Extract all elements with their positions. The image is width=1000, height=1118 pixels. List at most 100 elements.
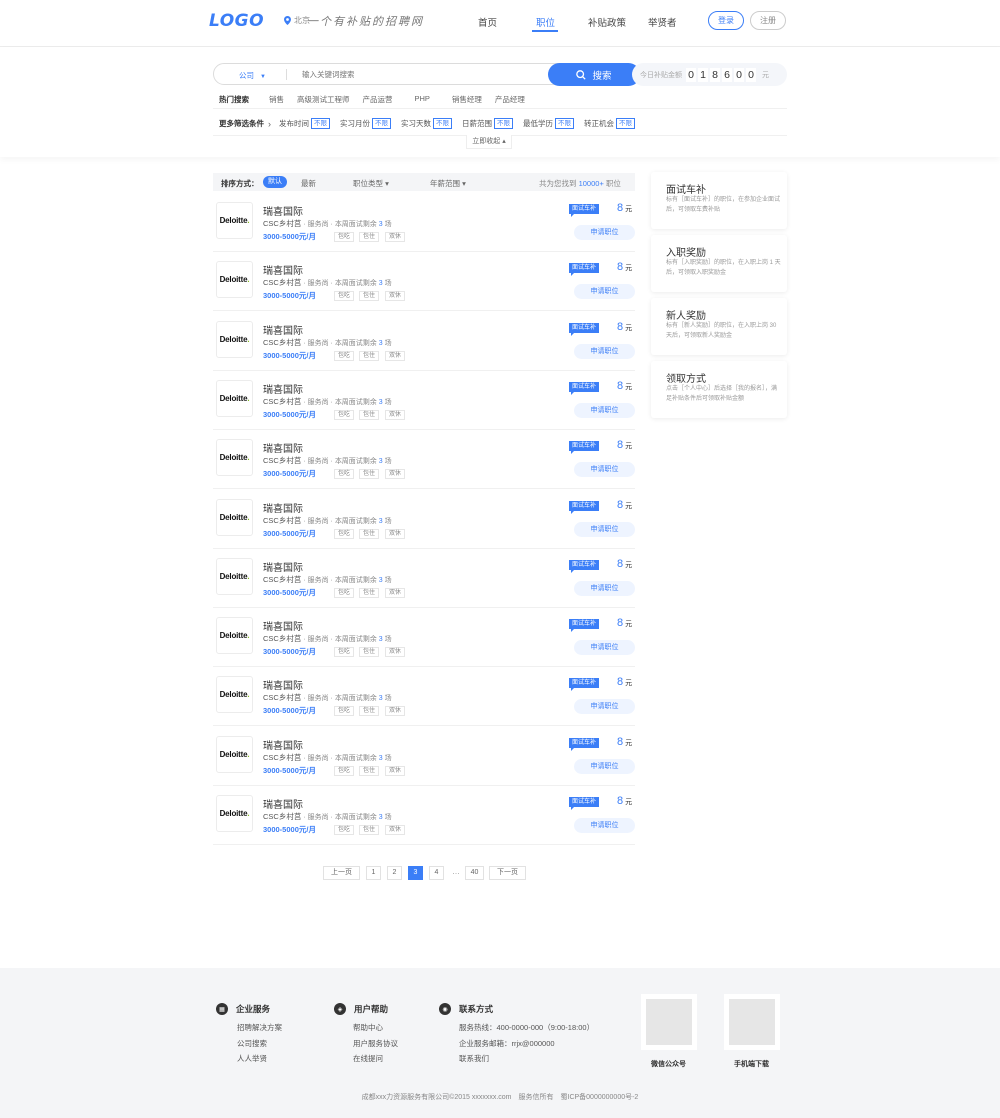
company-name[interactable]: 瑞喜国际 [263,559,303,574]
filter-value-select[interactable]: 不限 [433,118,452,129]
footer-link[interactable]: 帮助中心 [353,1022,383,1033]
search-input[interactable] [302,68,542,81]
apply-button[interactable]: 申请职位 [574,521,635,537]
subsidy-card-claim[interactable]: 领取方式 点击［个人中心］后选择［我的报名］，满足补贴条件后可领取补贴金额 [651,361,787,418]
counter-digit: 0 [746,67,756,82]
hot-keyword[interactable]: 销售 [269,94,284,105]
footer-link[interactable]: 招聘解决方案 [237,1022,282,1033]
job-meta: CSC乡村莒 · 服务尚 · 本周面试剩余 3 场 [263,396,392,406]
company-name[interactable]: 瑞喜国际 [263,618,303,633]
company-name[interactable]: 瑞喜国际 [263,381,303,396]
job-row[interactable]: Deloitte. 瑞喜国际 CSC乡村莒 · 服务尚 · 本周面试剩余 3 场 30… [213,785,635,845]
apply-button[interactable]: 申请职位 [574,225,635,240]
filter-value-select[interactable]: 不限 [555,118,574,129]
counter-digit: 0 [734,67,744,82]
register-button[interactable]: 注册 [750,11,786,30]
sort-latest-button[interactable]: 最新 [301,178,316,189]
apply-button[interactable]: 申请职位 [574,284,635,300]
hot-keyword[interactable]: 产品经理 [495,94,525,105]
job-category: 服务尚 [307,636,329,644]
apply-button[interactable]: 申请职位 [574,402,635,418]
interview-count: 3 [378,280,383,288]
job-row[interactable]: Deloitte. 瑞喜国际 CSC乡村莒 · 服务尚 · 本周面试剩余 3 场 30… [213,370,635,430]
next-page-button[interactable]: 下一页 [489,866,526,880]
filter-value-select[interactable]: 不限 [372,118,391,129]
hot-keyword[interactable]: PHP [415,94,430,105]
prev-page-button[interactable]: 上一页 [323,866,360,880]
filter-value-select[interactable]: 不限 [616,118,635,129]
salary-range-dropdown[interactable]: 年薪范围 ▾ [430,178,466,189]
pagination-ellipsis: … [452,867,460,876]
apply-button[interactable]: 申请职位 [574,640,635,656]
hot-keyword[interactable]: 高级测试工程师 [297,94,350,105]
perk-tag: 双休 [385,825,406,835]
page-button-last[interactable]: 40 [465,866,484,880]
company-name[interactable]: 瑞喜国际 [263,500,303,515]
card-title: 新人奖励 [666,311,706,322]
caret-down-icon: ▼ [260,74,266,80]
apply-button[interactable]: 申请职位 [574,818,635,833]
interview-count: 3 [378,398,383,406]
perk-tag: 包住 [359,232,380,242]
job-category: 服务尚 [307,576,329,584]
company-name[interactable]: 瑞喜国际 [263,737,303,752]
job-row[interactable]: Deloitte. 瑞喜国际 CSC乡村莒 · 服务尚 · 本周面试剩余 3 场 30… [213,607,635,668]
filter-value-select[interactable]: 不限 [311,118,330,129]
company-name[interactable]: 瑞喜国际 [263,262,303,277]
search-button[interactable]: 搜索 [548,63,640,86]
job-row[interactable]: Deloitte. 瑞喜国际 CSC乡村莒 · 服务尚 · 本周面试剩余 3 场 30… [213,666,635,727]
collapse-filters-button[interactable]: 立即收起 ▴ [466,135,512,149]
hot-keyword[interactable]: 产品运营 [363,94,393,105]
perk-tag: 双休 [385,350,406,361]
page-button[interactable]: 4 [429,866,444,880]
location-pin-icon [284,16,291,25]
login-button[interactable]: 登录 [708,11,744,30]
interview-label: 本周面试剩余 [334,576,377,584]
search-type-select[interactable]: 公司 ▼ [239,70,266,81]
subsidy-card-onboard[interactable]: 入职奖励 标有［入职奖励］的职位，在入职上岗 1 天后，可领取入职奖励金 [651,235,787,292]
page-button[interactable]: 1 [366,866,381,880]
company-name[interactable]: 瑞喜国际 [263,796,303,811]
apply-button[interactable]: 申请职位 [574,758,635,774]
subsidy-card-interview[interactable]: 面试车补 标有［面试车补］的职位，在参加企业面试后，可领取车费补贴 [651,172,787,229]
company-name[interactable]: 瑞喜国际 [263,203,303,218]
site-logo[interactable]: LOGO [209,11,264,31]
hot-keyword[interactable]: 销售经理 [452,94,482,105]
nav-jobs[interactable]: 职位 [536,15,555,29]
job-row[interactable]: Deloitte. 瑞喜国际 CSC乡村莒 · 服务尚 · 本周面试剩余 3 场 30… [213,726,635,786]
job-category: 服务尚 [307,517,329,525]
apply-button[interactable]: 申请职位 [574,699,635,715]
job-row[interactable]: Deloitte. 瑞喜国际 CSC乡村莒 · 服务尚 · 本周面试剩余 3 场 30… [213,429,635,490]
footer-link[interactable]: 公司搜索 [237,1038,267,1049]
perk-tag: 包吃 [334,587,355,598]
company-name[interactable]: 瑞喜国际 [263,440,303,455]
nav-referrer[interactable]: 举贤者 [648,15,677,29]
job-row[interactable]: Deloitte. 瑞喜国际 CSC乡村莒 · 服务尚 · 本周面试剩余 3 场 30… [213,489,635,549]
subsidy-card-newcomer[interactable]: 新人奖励 标有［新人奖励］的职位，在入职上岗 30 天后，可领取新人奖励金 [651,298,787,355]
job-row[interactable]: Deloitte. 瑞喜国际 CSC乡村莒 · 服务尚 · 本周面试剩余 3 场 30… [213,251,635,312]
job-row[interactable]: Deloitte. 瑞喜国际 CSC乡村莒 · 服务尚 · 本周面试剩余 3 场 30… [213,548,635,608]
page-button[interactable]: 2 [387,866,402,880]
footer-link[interactable]: 用户服务协议 [353,1038,398,1049]
company-name[interactable]: 瑞喜国际 [263,322,303,337]
company-name[interactable]: 瑞喜国际 [263,677,303,692]
nav-subsidy-policy[interactable]: 补贴政策 [588,15,626,29]
job-type-dropdown[interactable]: 职位类型 ▾ [353,178,389,189]
subsidy-amount: 8元 [617,379,633,392]
filter-value-select[interactable]: 不限 [494,118,513,129]
card-title: 领取方式 [666,374,706,385]
perk-tag: 双休 [385,647,406,658]
apply-button[interactable]: 申请职位 [574,462,635,478]
apply-button[interactable]: 申请职位 [574,343,635,359]
sort-default-button[interactable]: 默认 [263,176,287,188]
footer-link[interactable]: 人人举贤 [237,1053,267,1064]
footer-link[interactable]: 在线提问 [353,1053,383,1064]
page-button-current[interactable]: 3 [408,866,423,880]
interview-unit: 场 [384,576,392,584]
perk-tag: 包住 [359,647,380,658]
nav-home[interactable]: 首页 [478,15,497,29]
footer-link[interactable]: 联系我们 [459,1053,489,1064]
job-row[interactable]: Deloitte. 瑞喜国际 CSC乡村莒 · 服务尚 · 本周面试剩余 3 场 30… [213,192,635,252]
job-row[interactable]: Deloitte. 瑞喜国际 CSC乡村莒 · 服务尚 · 本周面试剩余 3 场 30… [213,311,635,371]
apply-button[interactable]: 申请职位 [574,580,635,596]
